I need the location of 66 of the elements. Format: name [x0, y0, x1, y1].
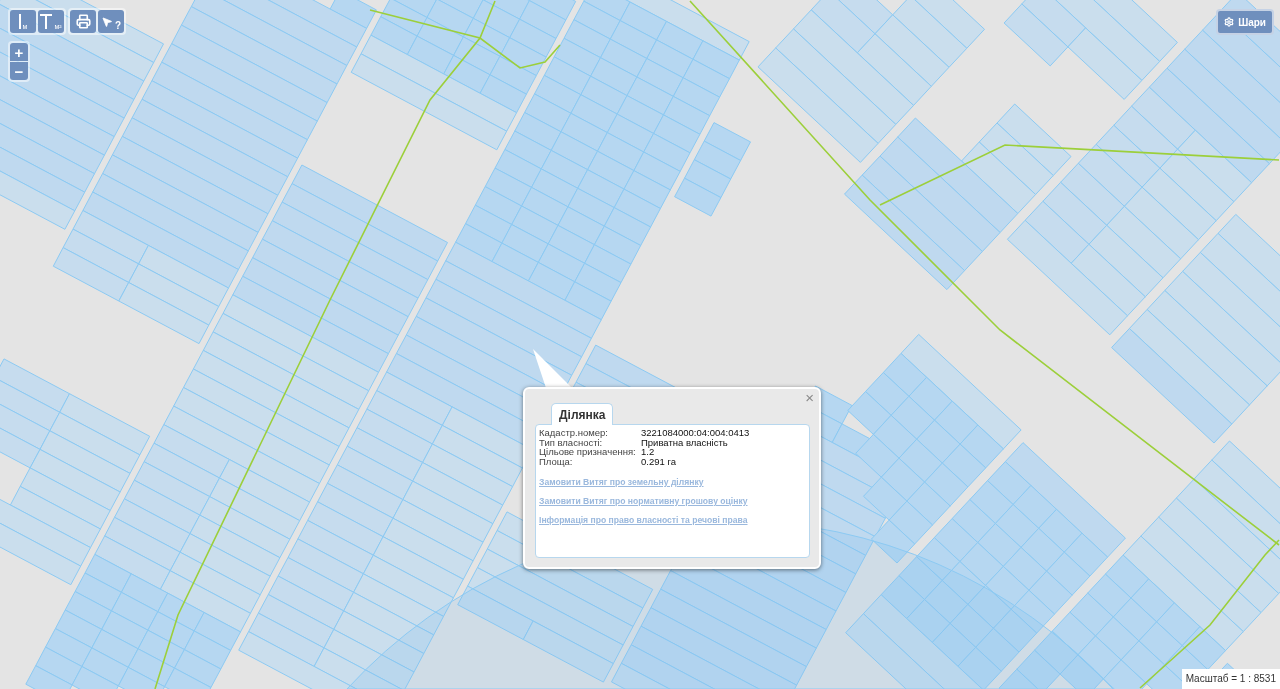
land-parcel [924, 462, 969, 507]
land-parcel [534, 74, 582, 114]
land-parcel [1059, 654, 1104, 689]
land-parcel [1028, 570, 1073, 615]
land-parcel [693, 140, 742, 180]
land-parcel [643, 133, 691, 172]
field-value: Приватна власність [641, 437, 729, 448]
land-parcel [1010, 589, 1055, 634]
vertical-line-icon [18, 14, 21, 29]
scale-label: Масштаб = 1 : 8531 [1181, 669, 1280, 689]
print-button[interactable] [70, 10, 96, 33]
land-parcel [587, 150, 635, 190]
zoom-out-button[interactable]: − [10, 62, 28, 80]
field-label: Площа: [539, 457, 573, 467]
popup-link[interactable]: Замовити Витяг про земельну ділянку [539, 476, 704, 487]
printer-icon [75, 14, 91, 29]
layers-button[interactable]: Шари [1216, 9, 1274, 35]
field-value: 0.291 га [641, 457, 677, 467]
land-parcel [1069, 592, 1114, 637]
popup-link[interactable]: Замовити Витяг про нормативну грошову оцінку [539, 495, 748, 506]
land-parcel [916, 537, 961, 581]
land-parcel [606, 113, 655, 153]
land-parcel [633, 151, 681, 191]
identify-button[interactable]: ? [98, 10, 124, 33]
settings-icon [1224, 17, 1235, 27]
cursor-icon [100, 15, 113, 28]
land-parcel [54, 609, 103, 649]
land-parcel [597, 132, 645, 172]
land-parcel [521, 186, 569, 226]
land-parcel [577, 169, 625, 209]
field-label: Кадастр.номер: [539, 428, 609, 438]
land-parcel [674, 177, 722, 217]
land-parcel [101, 610, 149, 650]
land-parcel [1051, 611, 1096, 656]
land-parcel [567, 187, 615, 227]
land-parcel [524, 93, 572, 133]
land-parcel [560, 112, 608, 152]
field-value: 1.2 [641, 447, 655, 458]
popup-tab[interactable]: Ділянка [551, 403, 614, 425]
land-parcel [626, 76, 674, 116]
land-parcel [616, 95, 664, 134]
land-parcel [531, 168, 579, 208]
land-parcel [484, 167, 532, 207]
land-parcel [653, 114, 701, 154]
land-parcel [540, 149, 589, 189]
field-value: 3221084000:04:004:0413 [641, 428, 751, 438]
land-parcel [550, 131, 598, 171]
land-parcel [570, 94, 618, 134]
popup-link[interactable]: Інформація про право власності та речові права [539, 514, 748, 525]
field-label: Тип власності: [539, 437, 603, 448]
land-parcel [672, 77, 721, 117]
field-label: Цільове призначення: [539, 447, 637, 458]
land-parcel [623, 170, 671, 209]
land-parcel [703, 122, 751, 161]
close-button[interactable]: × [805, 390, 814, 405]
zoom-in-button[interactable]: + [10, 43, 28, 61]
t-shape-icon [40, 14, 53, 29]
land-parcel [1077, 143, 1143, 207]
land-parcel [992, 608, 1038, 653]
land-parcel [474, 186, 523, 225]
land-parcel [613, 188, 661, 228]
land-parcel [933, 518, 979, 562]
land-parcel [663, 95, 711, 135]
land-parcel [684, 159, 732, 199]
land-parcel [951, 499, 996, 543]
land-parcel [580, 75, 628, 115]
